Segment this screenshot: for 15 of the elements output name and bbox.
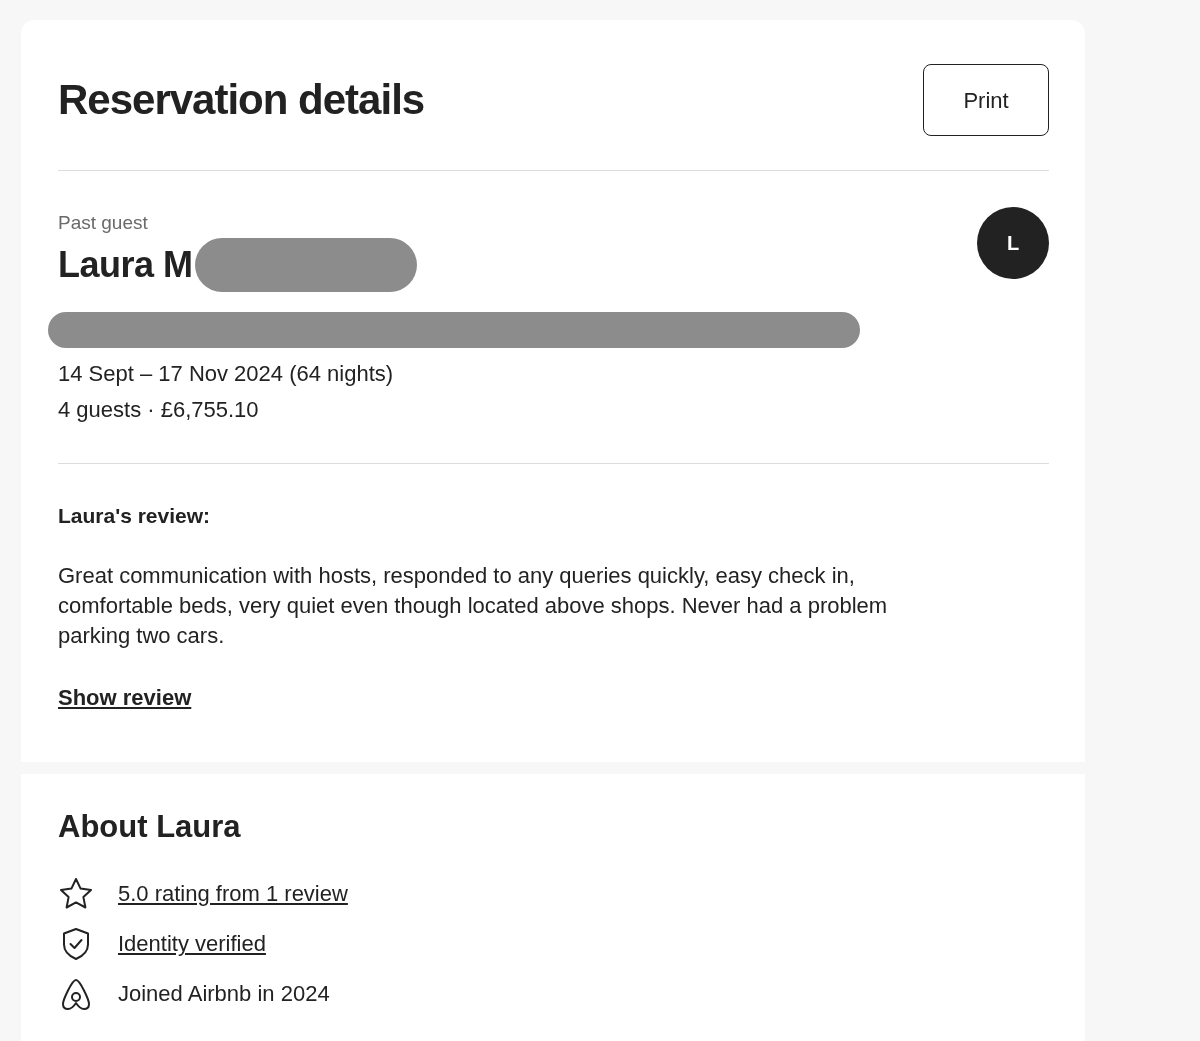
- show-review-link[interactable]: Show review: [58, 681, 192, 714]
- profile-link[interactable]: 5.0 rating from 1 review: [118, 877, 348, 910]
- review-text: Great communication with hosts, responded to any queries quickly, easy check in, comfortable beds, very quiet even though located above shops. Never had a problem parking two cars.: [58, 562, 889, 650]
- profile-link[interactable]: Identity verified: [118, 927, 266, 960]
- review-heading: Laura's review:: [58, 502, 212, 529]
- guest-name: Laura M: [58, 244, 193, 285]
- booking-summary: 4 guests · £6,755.10: [58, 395, 260, 424]
- section-heading: About Laura: [58, 808, 242, 846]
- star-icon: [58, 875, 94, 912]
- profile-fact: Joined Airbnb in 2024: [118, 979, 330, 1008]
- guest-status: Past guest: [58, 211, 149, 235]
- stay-dates: 14 Sept – 17 Nov 2024 (64 nights): [58, 359, 395, 388]
- page-title: Reservation details: [58, 74, 425, 125]
- print-button[interactable]: Print: [923, 64, 1049, 136]
- guest-avatar: L: [977, 207, 1049, 279]
